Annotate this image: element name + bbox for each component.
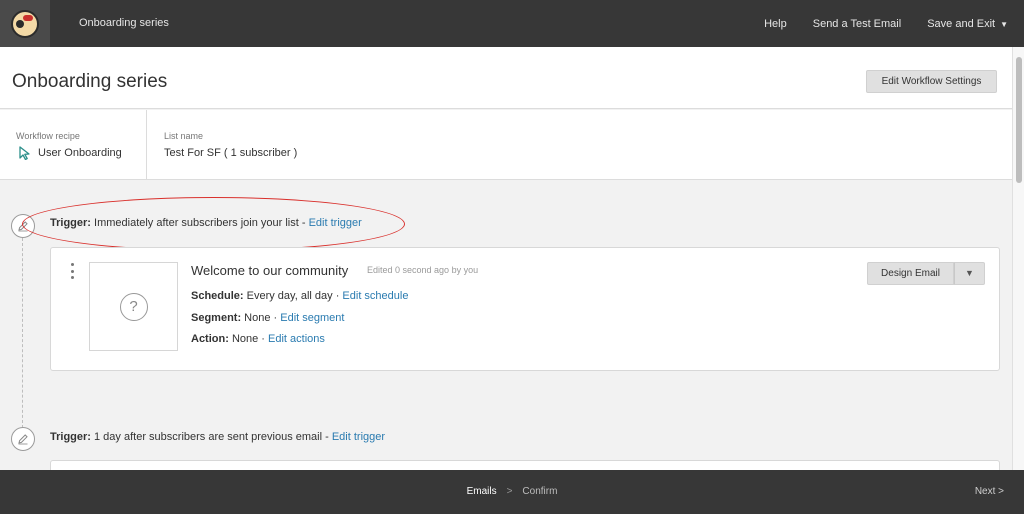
action-value: None · — [228, 333, 269, 345]
edit-trigger-2-link[interactable]: Edit trigger — [332, 431, 385, 443]
list-name-value: Test For SF ( 1 subscriber ) — [164, 147, 298, 159]
workflow-meta: Workflow recipe User Onboarding List nam… — [0, 110, 1012, 180]
chevron-right-icon: > — [506, 486, 513, 497]
send-test-email-link[interactable]: Send a Test Email — [813, 18, 901, 30]
list-name-label: List name — [164, 131, 204, 141]
edit-schedule-link[interactable]: Edit schedule — [342, 290, 408, 302]
cursor-icon — [19, 146, 30, 160]
schedule-label: Schedule: — [191, 290, 244, 302]
trigger-2-label: Trigger: — [50, 431, 91, 443]
trigger-2-text: 1 day after subscribers are sent previou… — [90, 431, 332, 443]
annotation-ellipse — [22, 197, 405, 251]
help-link[interactable]: Help — [764, 18, 787, 30]
chevron-right-icon: > — [998, 486, 1004, 497]
edit-actions-link[interactable]: Edit actions — [268, 333, 325, 345]
page-header: Onboarding series Edit Workflow Settings — [0, 47, 1012, 109]
pencil-icon[interactable] — [11, 427, 35, 451]
design-email-button[interactable]: Design Email — [867, 262, 954, 285]
edit-workflow-settings-button[interactable]: Edit Workflow Settings — [866, 70, 997, 93]
scrollbar-thumb[interactable] — [1016, 57, 1022, 183]
chevron-down-icon: ▼ — [965, 268, 974, 278]
timeline-connector — [22, 238, 23, 428]
next-button[interactable]: Next > — [975, 470, 1004, 514]
schedule-row: Schedule: Every day, all day · Edit sche… — [191, 290, 408, 302]
chevron-down-icon: ▼ — [1000, 19, 1008, 29]
save-and-exit-menu[interactable]: Save and Exit ▼ — [927, 18, 1008, 30]
mailchimp-logo[interactable] — [0, 0, 50, 47]
segment-row: Segment: None · Edit segment — [191, 312, 344, 324]
question-icon: ? — [119, 292, 148, 321]
workflow-recipe-value: User Onboarding — [38, 147, 122, 159]
step-confirm[interactable]: Confirm — [522, 486, 557, 497]
workflow-recipe-cell: Workflow recipe User Onboarding — [0, 110, 147, 180]
pencil-glyph — [18, 434, 28, 445]
scrollbar[interactable] — [1012, 47, 1024, 470]
schedule-value: Every day, all day · — [243, 290, 343, 302]
design-email-dropdown-button[interactable]: ▼ — [954, 262, 985, 285]
next-label: Next — [974, 486, 996, 497]
monkey-icon — [11, 9, 39, 38]
bottom-bar: Emails > Confirm Next > — [0, 470, 1024, 514]
page-title: Onboarding series — [12, 71, 168, 92]
email-edited-status: Edited 0 second ago by you — [367, 265, 479, 275]
top-bar: Onboarding series Help Send a Test Email… — [0, 0, 1024, 47]
trigger-2: Trigger: 1 day after subscribers are sen… — [50, 431, 385, 443]
edit-segment-link[interactable]: Edit segment — [280, 312, 344, 324]
more-vertical-icon[interactable] — [69, 263, 75, 279]
campaign-title: Onboarding series — [79, 17, 169, 29]
save-and-exit-label: Save and Exit — [927, 17, 996, 30]
segment-label: Segment: — [191, 312, 242, 324]
email-thumbnail[interactable]: ? — [89, 262, 178, 351]
step-progress: Emails > Confirm — [0, 470, 1024, 514]
top-nav: Help Send a Test Email Save and Exit ▼ — [738, 0, 1008, 47]
action-row: Action: None · Edit actions — [191, 333, 325, 345]
segment-value: None · — [241, 312, 281, 324]
step-emails[interactable]: Emails — [467, 486, 497, 497]
workflow-recipe-label: Workflow recipe — [16, 131, 80, 141]
email-card: ? Welcome to our community Edited 0 seco… — [50, 247, 1000, 371]
email-title: Welcome to our community — [191, 263, 349, 278]
action-label: Action: — [191, 333, 229, 345]
